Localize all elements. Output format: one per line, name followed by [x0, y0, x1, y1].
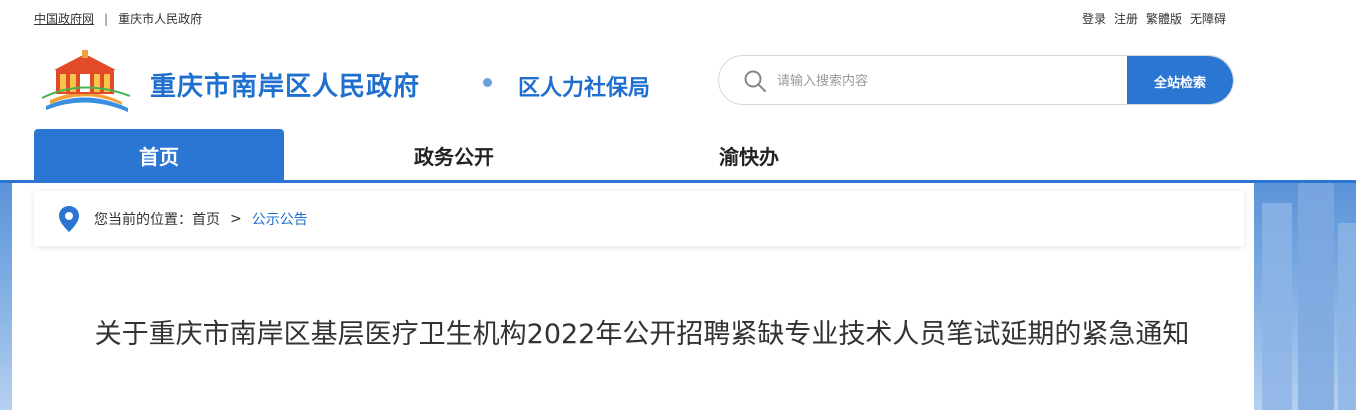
- accessibility-link[interactable]: 无障碍: [1190, 10, 1226, 27]
- top-links-separator: |: [104, 11, 109, 26]
- search-input[interactable]: [777, 68, 1117, 94]
- building-shape: [1298, 183, 1334, 410]
- traditional-chinese-link[interactable]: 繁體版: [1146, 10, 1182, 27]
- breadcrumb-separator: >: [230, 210, 242, 227]
- nav-item-yukuaiban[interactable]: 渝快办: [624, 129, 874, 181]
- location-pin-icon: [59, 205, 79, 232]
- building-shape: [1262, 203, 1292, 410]
- nav-item-home[interactable]: 首页: [34, 129, 284, 181]
- article-title: 关于重庆市南岸区基层医疗卫生机构2022年公开招聘紧缺专业技术人员笔试延期的紧急…: [94, 319, 1190, 350]
- top-links: 中国政府网 | 重庆市人民政府: [34, 10, 202, 27]
- site-search-bar: 全站检索: [718, 55, 1234, 105]
- breadcrumb-current-link[interactable]: 公示公告: [252, 209, 308, 229]
- city-gov-link[interactable]: 重庆市人民政府: [118, 10, 202, 27]
- title-divider-dot: [483, 78, 492, 87]
- top-utility-bar: 中国政府网 | 重庆市人民政府 登录 注册 繁體版 无障碍: [0, 0, 1356, 36]
- department-title[interactable]: 区人力社保局: [518, 70, 650, 102]
- gov-portal-link[interactable]: 中国政府网: [34, 10, 94, 27]
- login-link[interactable]: 登录: [1082, 10, 1106, 27]
- government-emblem-logo[interactable]: [42, 48, 130, 114]
- account-links: 登录 注册 繁體版 无障碍: [1082, 10, 1226, 27]
- content-card: 您当前的位置： 首页 > 公示公告 关于重庆市南岸区基层医疗卫生机构2022年公…: [12, 183, 1254, 410]
- nav-item-gov-affairs[interactable]: 政务公开: [284, 129, 624, 181]
- breadcrumb: 您当前的位置： 首页 > 公示公告: [34, 191, 1244, 246]
- register-link[interactable]: 注册: [1114, 10, 1138, 27]
- building-shape: [1338, 223, 1356, 410]
- breadcrumb-prefix: 您当前的位置：: [94, 211, 192, 228]
- search-icon: [744, 70, 766, 92]
- site-search-button[interactable]: 全站检索: [1127, 56, 1233, 104]
- site-title[interactable]: 重庆市南岸区人民政府: [150, 66, 420, 103]
- main-nav: 首页 政务公开 渝快办: [34, 129, 874, 181]
- breadcrumb-home-link[interactable]: 首页: [192, 209, 220, 229]
